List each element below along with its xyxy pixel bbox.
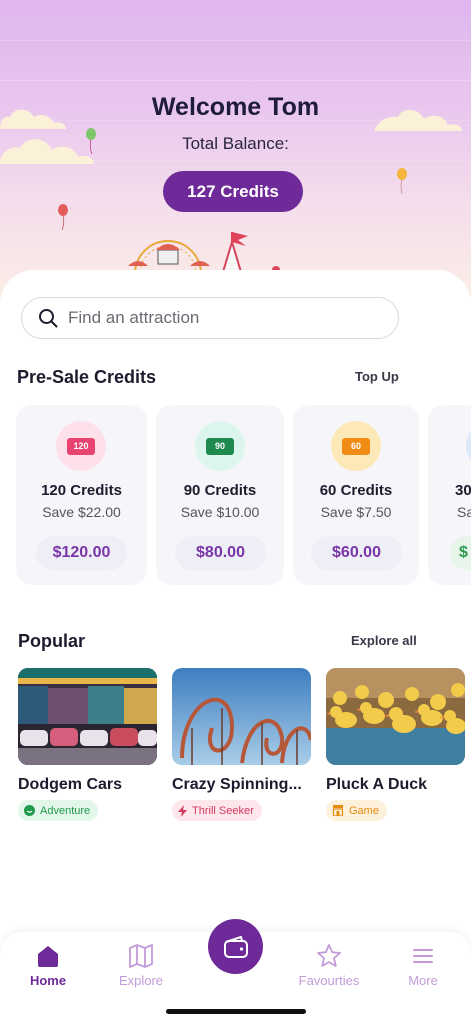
credit-price-button[interactable]: $60.00 bbox=[311, 536, 402, 570]
ticket-badge bbox=[466, 421, 471, 471]
tag-label: Thrill Seeker bbox=[192, 804, 254, 817]
credit-card[interactable]: 120 120 Credits Save $22.00 $120.00 bbox=[16, 405, 147, 585]
header-hero: Welcome Tom Total Balance: 127 Credits bbox=[0, 0, 471, 300]
attraction-card[interactable]: Dodgem Cars Adventure bbox=[18, 668, 157, 821]
dodgem-image bbox=[18, 668, 157, 765]
tag-label: Game bbox=[349, 804, 379, 817]
tag-badge: Game bbox=[326, 800, 387, 821]
credit-price-button[interactable]: $ bbox=[450, 536, 471, 570]
home-indicator bbox=[166, 1009, 306, 1014]
balance-credits-button[interactable]: 127 Credits bbox=[163, 171, 303, 212]
booth-icon bbox=[332, 805, 344, 816]
lightning-icon bbox=[178, 804, 187, 817]
ticket-badge: 90 bbox=[195, 421, 245, 471]
welcome-title: Welcome Tom bbox=[151, 93, 320, 121]
credit-name: 60 Credits bbox=[319, 482, 393, 499]
nav-home[interactable]: Home bbox=[8, 932, 88, 1002]
search-input[interactable]: Find an attraction bbox=[21, 297, 399, 339]
star-icon bbox=[317, 944, 341, 967]
attraction-title: Crazy Spinning... bbox=[172, 776, 302, 793]
attraction-card[interactable]: Pluck A Duck Game bbox=[326, 668, 465, 821]
balloon-icon bbox=[397, 168, 407, 194]
credit-save: Sa bbox=[457, 504, 471, 520]
credit-card[interactable]: 60 60 Credits Save $7.50 $60.00 bbox=[293, 405, 419, 585]
search-placeholder: Find an attraction bbox=[68, 308, 200, 327]
tag-label: Adventure bbox=[40, 804, 91, 817]
wallet-button[interactable] bbox=[208, 919, 263, 974]
balance-label: Total Balance: bbox=[182, 134, 289, 153]
credit-save: Save $7.50 bbox=[320, 504, 392, 520]
presale-title: Pre-Sale Credits bbox=[17, 367, 157, 387]
credit-card[interactable]: 90 90 Credits Save $10.00 $80.00 bbox=[156, 405, 284, 585]
menu-icon bbox=[413, 949, 433, 963]
top-up-link[interactable]: Top Up bbox=[355, 369, 399, 384]
nav-label: Explore bbox=[118, 973, 164, 988]
nav-label: Favourties bbox=[298, 973, 360, 988]
rollercoaster-image bbox=[172, 668, 311, 765]
map-icon bbox=[129, 944, 153, 968]
ticket-badge: 120 bbox=[56, 421, 106, 471]
tag-badge: Adventure bbox=[18, 800, 99, 821]
ticket-badge: 60 bbox=[331, 421, 381, 471]
credit-name: 120 Credits bbox=[41, 482, 122, 499]
search-icon bbox=[39, 309, 58, 328]
credit-name: 90 Credits bbox=[183, 482, 257, 499]
nav-label: Home bbox=[29, 973, 67, 988]
ticket-icon: 90 bbox=[206, 437, 234, 455]
home-icon bbox=[38, 946, 58, 967]
balloon-icon bbox=[58, 204, 68, 230]
credit-price-button[interactable]: $120.00 bbox=[36, 536, 127, 570]
ducks-image bbox=[326, 668, 465, 765]
ticket-icon: 60 bbox=[342, 437, 370, 455]
credit-price-button[interactable]: $80.00 bbox=[175, 536, 266, 570]
attraction-title: Pluck A Duck bbox=[326, 776, 428, 793]
smile-icon bbox=[24, 805, 35, 816]
wallet-icon bbox=[223, 935, 248, 958]
credit-card[interactable]: 30 Sa $ bbox=[428, 405, 471, 585]
nav-explore[interactable]: Explore bbox=[101, 932, 181, 1002]
credit-save: Save $22.00 bbox=[42, 504, 121, 520]
nav-label: More bbox=[408, 973, 438, 988]
credit-name: 30 bbox=[455, 482, 471, 499]
nav-more[interactable]: More bbox=[383, 932, 463, 1002]
nav-favourites[interactable]: Favourties bbox=[289, 932, 369, 1002]
popular-title: Popular bbox=[18, 631, 86, 651]
attraction-title: Dodgem Cars bbox=[18, 776, 123, 793]
ticket-icon: 120 bbox=[67, 437, 95, 455]
credit-save: Save $10.00 bbox=[180, 504, 260, 520]
explore-all-link[interactable]: Explore all bbox=[351, 633, 417, 648]
tag-badge: Thrill Seeker bbox=[172, 800, 262, 821]
attraction-card[interactable]: Crazy Spinning... Thrill Seeker bbox=[172, 668, 311, 822]
